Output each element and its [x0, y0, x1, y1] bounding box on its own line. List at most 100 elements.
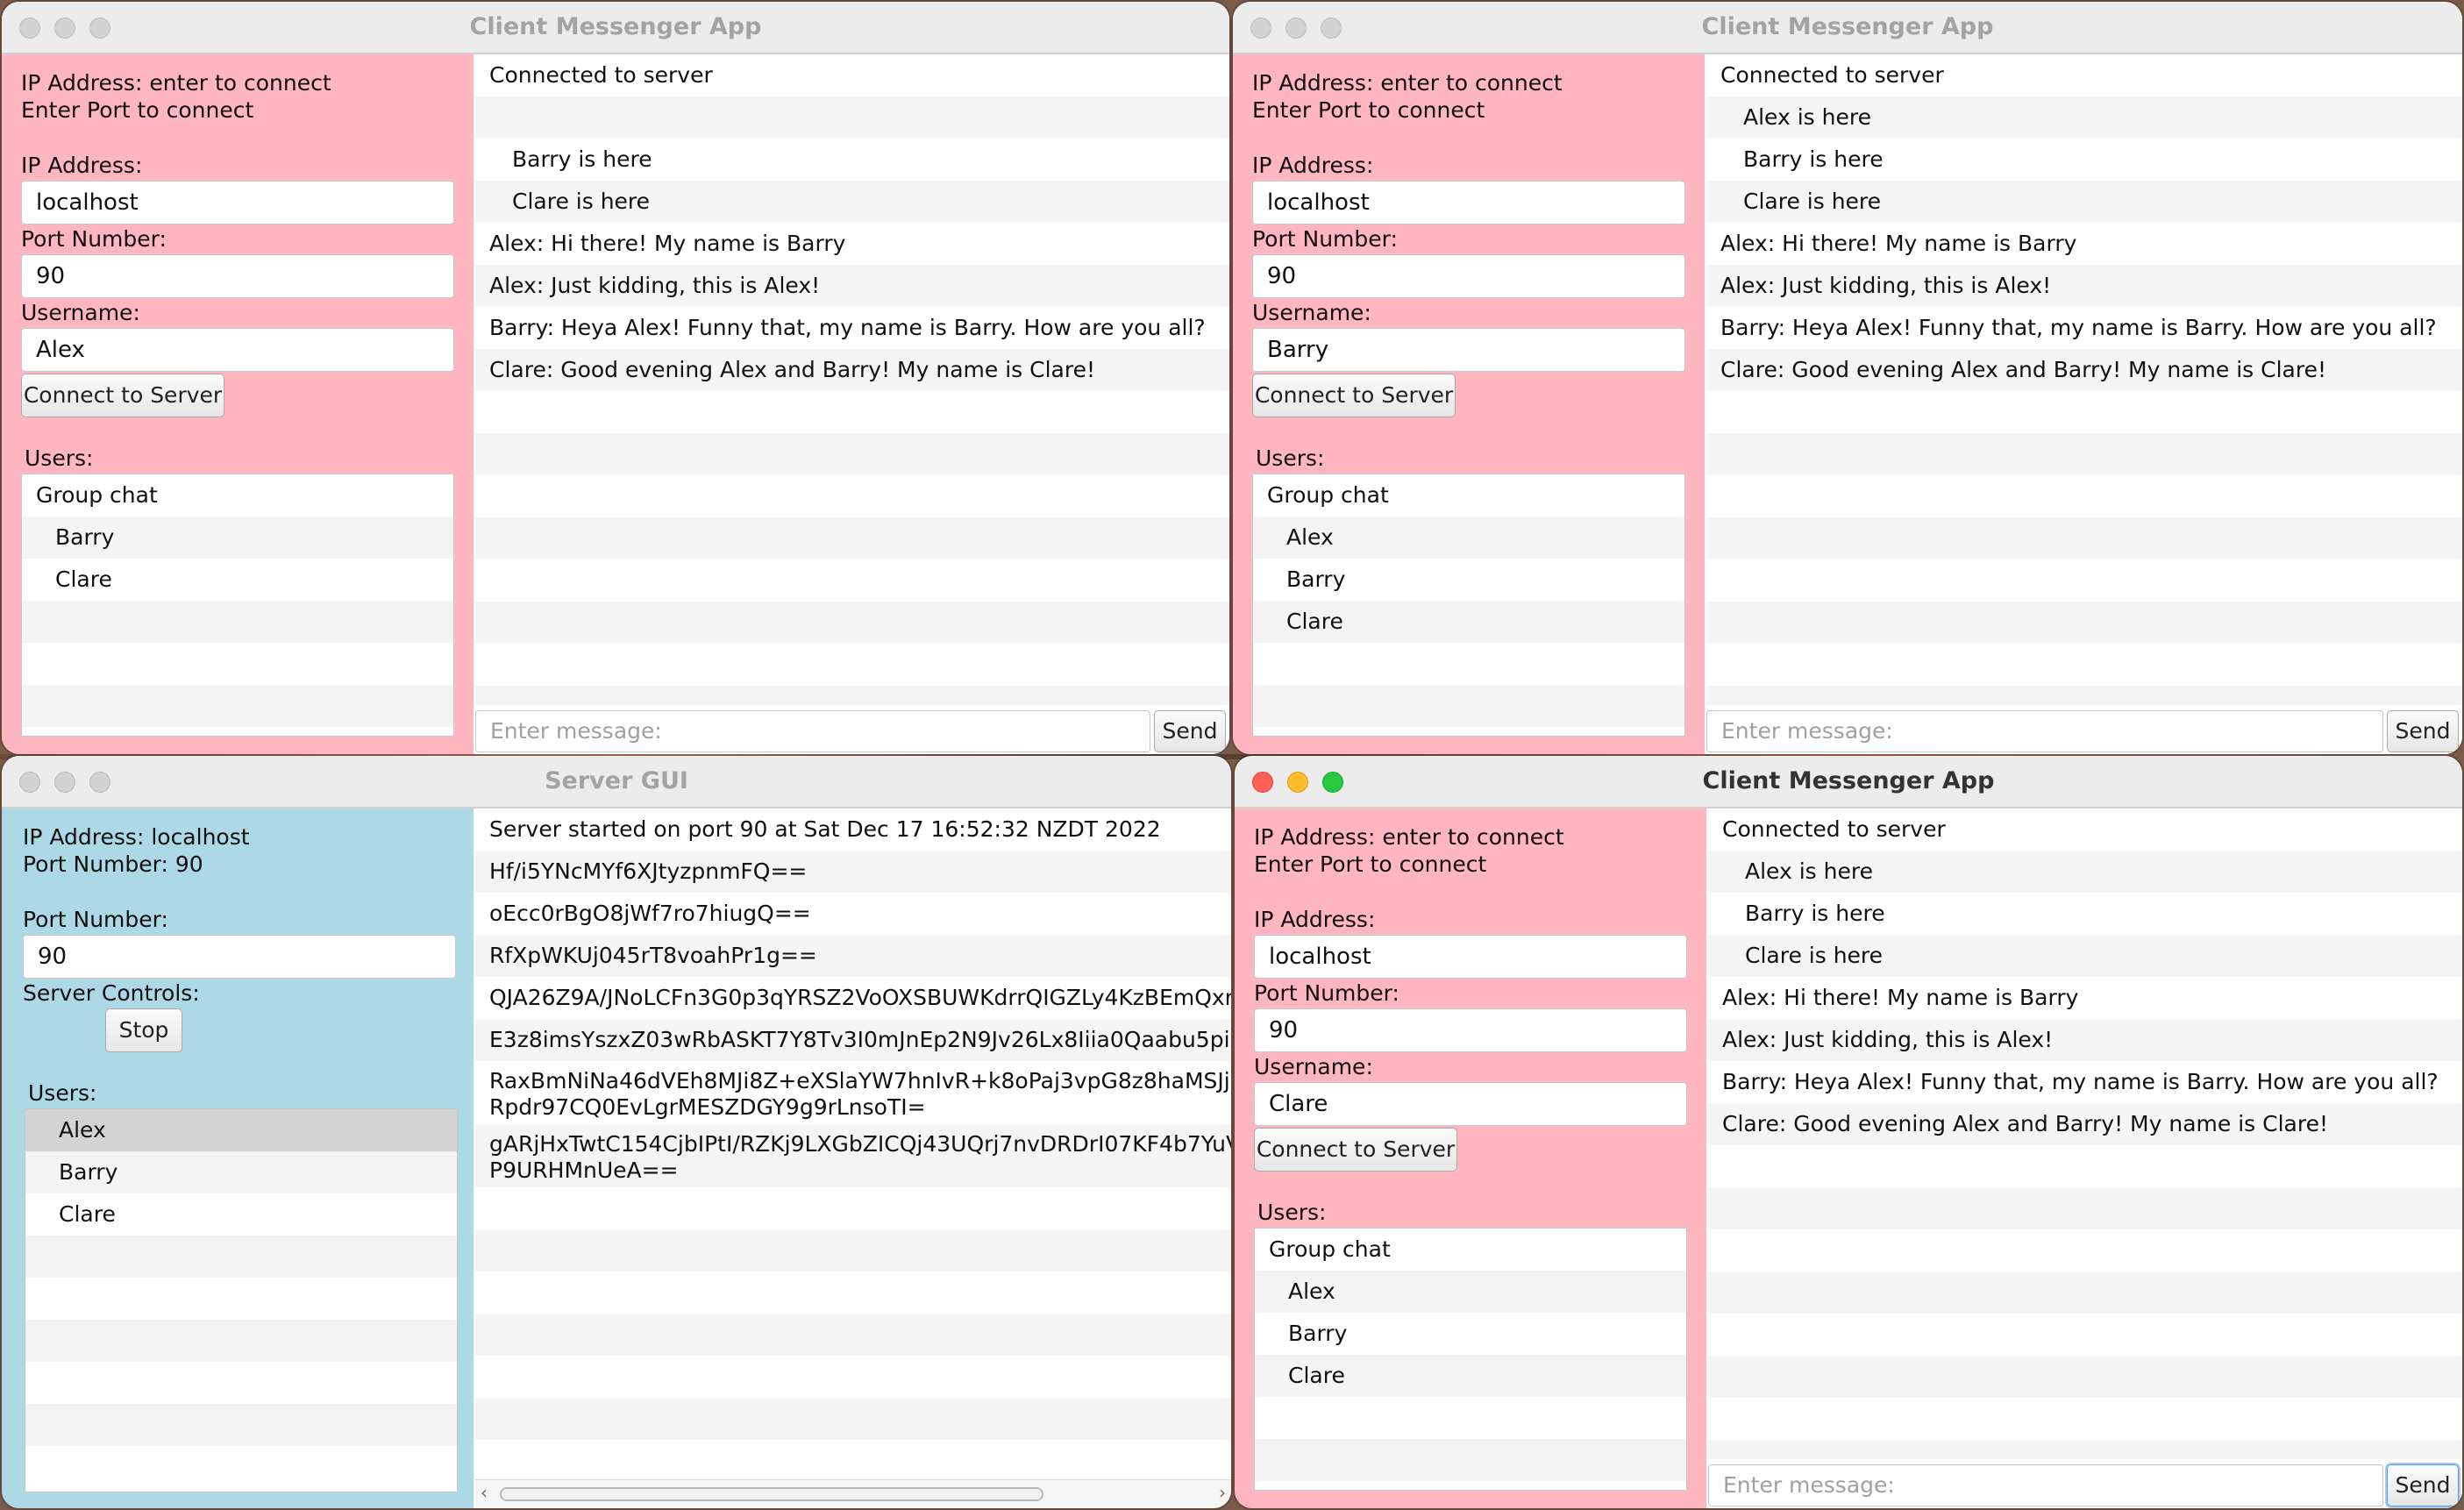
user-item-group-chat[interactable]: Group chat	[1255, 1229, 1686, 1271]
port-number-label: Port Number:	[1252, 226, 1398, 252]
title-bar[interactable]: Client Messenger App	[1233, 2, 2462, 54]
chat-line: Barry is here	[512, 146, 652, 172]
username-input[interactable]: Alex	[21, 328, 454, 372]
horizontal-scrollbar[interactable]: ‹ ›	[475, 1479, 1231, 1508]
port-number-input[interactable]: 90	[1252, 254, 1685, 298]
user-item-empty	[25, 1320, 457, 1362]
chat-line: Clare: Good evening Alex and Barry! My n…	[1708, 1103, 2462, 1145]
chat-line-empty	[475, 517, 1229, 559]
connect-button[interactable]: Connect to Server	[1254, 1128, 1457, 1172]
chat-line: Connected to server	[489, 62, 713, 88]
ip-address-input[interactable]: localhost	[21, 181, 454, 224]
username-input[interactable]: Clare	[1254, 1082, 1687, 1126]
message-bar: Enter message: Send	[1706, 707, 2462, 754]
chat-line: Alex is here	[1706, 96, 2462, 139]
user-item-empty	[22, 643, 453, 685]
users-label: Users:	[28, 1080, 97, 1106]
log-line: RfXpWKUj045rT8voahPr1g==	[475, 935, 1231, 977]
log-line-empty	[475, 1440, 1231, 1478]
log-line-wrapped: RaxBmNiNa46dVEh8MJi8Z+eXSlaYW7hnIvR+k8oP…	[475, 1061, 1231, 1124]
message-input[interactable]: Enter message:	[475, 710, 1150, 752]
chat-line-empty	[1708, 1187, 2462, 1229]
chat-line-empty	[1708, 1145, 2462, 1187]
scroll-left-icon[interactable]: ‹	[481, 1482, 488, 1503]
title-bar[interactable]: Server GUI	[2, 756, 1231, 808]
port-number-input[interactable]: 90	[23, 935, 456, 979]
ip-address-input[interactable]: localhost	[1252, 181, 1685, 224]
chat-line-empty	[1708, 1314, 2462, 1356]
user-item-empty	[25, 1404, 457, 1446]
user-item[interactable]: Barry	[25, 1151, 457, 1193]
window-title: Client Messenger App	[1701, 13, 1994, 40]
user-item[interactable]: Clare	[1255, 1355, 1686, 1397]
users-label: Users:	[25, 445, 94, 471]
send-button[interactable]: Send	[2387, 1464, 2459, 1506]
window-title: Client Messenger App	[1702, 767, 1995, 794]
connect-button[interactable]: Connect to Server	[21, 374, 224, 417]
user-item-empty	[25, 1446, 457, 1488]
chat-line-empty	[1708, 1398, 2462, 1440]
log-line-part: Rpdr97CQ0EvLgrMESZDGY9g9rLnsoTI=	[489, 1094, 926, 1120]
log-line-empty	[475, 1229, 1231, 1271]
port-number-input[interactable]: 90	[1254, 1008, 1687, 1052]
log-line: E3z8imsYszxZ03wRbASKT7Y8Tv3I0mJnEp2N9Jv2…	[475, 1019, 1231, 1061]
chat-log: Connected to server Barry is here Clare …	[475, 54, 1229, 705]
send-button[interactable]: Send	[1154, 710, 1226, 752]
window-title: Client Messenger App	[469, 13, 762, 40]
log-line-wrapped: gARjHxTwtC154CjbIPtI/RZKj9LXGbZICQj43UQr…	[475, 1124, 1231, 1187]
connect-button[interactable]: Connect to Server	[1252, 374, 1456, 417]
log-line: QJA26Z9A/JNoLCFn3G0p3qYRSZ2VoOXSBUWKdrrQ…	[489, 985, 1231, 1010]
user-item[interactable]: Barry	[1255, 1313, 1686, 1355]
user-item[interactable]: Clare	[1253, 601, 1684, 643]
chat-line: Alex is here	[1708, 851, 2462, 893]
chat-line: Alex: Hi there! My name is Barry	[1722, 985, 2079, 1010]
ip-address-input[interactable]: localhost	[1254, 935, 1687, 979]
ip-address-label: IP Address:	[1254, 907, 1376, 932]
username-input[interactable]: Barry	[1252, 328, 1685, 372]
title-bar[interactable]: Client Messenger App	[2, 2, 1229, 54]
user-item-empty	[25, 1362, 457, 1404]
user-item[interactable]: Alex	[1255, 1271, 1686, 1313]
title-bar[interactable]: Client Messenger App	[1235, 756, 2462, 808]
chat-line: Barry: Heya Alex! Funny that, my name is…	[489, 315, 1206, 340]
user-item-empty	[25, 1278, 457, 1320]
chat-line: Clare is here	[1706, 181, 2462, 223]
user-item[interactable]: Barry	[22, 516, 453, 559]
server-panel: IP Address: localhost Port Number: 90 Po…	[2, 808, 474, 1508]
user-item-selected[interactable]: Alex	[25, 1109, 457, 1151]
user-item[interactable]: Alex	[1253, 516, 1684, 559]
chat-line-empty	[475, 602, 1229, 644]
user-item-group-chat[interactable]: Group chat	[1253, 474, 1684, 516]
chat-line: Alex: Hi there! My name is Barry	[1720, 231, 2077, 256]
log-line-part: gARjHxTwtC154CjbIPtI/RZKj9LXGbZICQj43UQr…	[489, 1131, 1231, 1157]
ip-status-text: IP Address: enter to connect	[1254, 824, 1564, 850]
port-number-input[interactable]: 90	[21, 254, 454, 298]
user-item[interactable]: Barry	[1253, 559, 1684, 601]
message-input[interactable]: Enter message:	[1706, 710, 2383, 752]
chat-line: Clare is here	[475, 181, 1229, 223]
user-item[interactable]: Clare	[25, 1193, 457, 1236]
chat-line-empty	[475, 559, 1229, 602]
chat-line-empty	[1708, 1229, 2462, 1271]
port-number-label: Port Number:	[1254, 980, 1399, 1006]
window-title: Server GUI	[545, 767, 688, 794]
scrollbar-thumb[interactable]	[500, 1487, 1043, 1501]
chat-line-empty	[475, 475, 1229, 517]
scroll-right-icon[interactable]: ›	[1219, 1482, 1226, 1503]
log-line: oEcc0rBgO8jWf7ro7hiugQ==	[489, 901, 811, 926]
client-window-barry: Client Messenger App IP Address: enter t…	[1233, 2, 2462, 754]
message-input[interactable]: Enter message:	[1708, 1464, 2383, 1506]
chat-line-empty	[475, 391, 1229, 433]
connection-panel: IP Address: enter to connect Enter Port …	[1235, 808, 1706, 1508]
log-line-part: RaxBmNiNa46dVEh8MJi8Z+eXSlaYW7hnIvR+k8oP…	[489, 1068, 1231, 1093]
user-item-group-chat[interactable]: Group chat	[22, 474, 453, 516]
users-label: Users:	[1257, 1200, 1327, 1225]
chat-line: Connected to server	[1720, 62, 1944, 88]
chat-line: Connected to server	[1722, 816, 1946, 842]
send-button[interactable]: Send	[2387, 710, 2459, 752]
chat-line: Alex: Just kidding, this is Alex!	[1706, 265, 2462, 307]
stop-server-button[interactable]: Stop	[105, 1008, 182, 1052]
user-item[interactable]: Clare	[22, 559, 453, 601]
chat-line-empty	[1706, 391, 2462, 433]
server-window: Server GUI IP Address: localhost Port Nu…	[2, 756, 1231, 1508]
